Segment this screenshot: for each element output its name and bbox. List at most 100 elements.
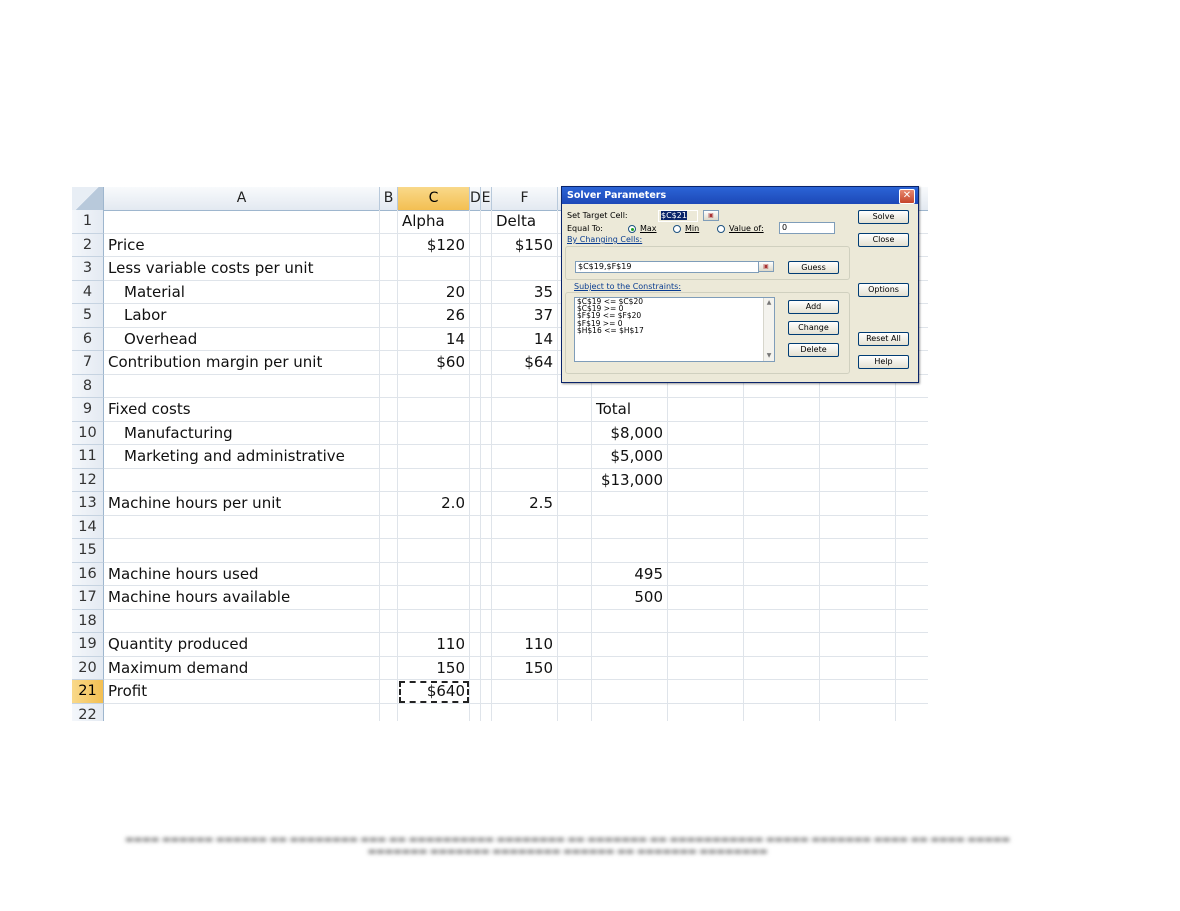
cell-b1[interactable] (380, 210, 398, 234)
min-radio[interactable] (673, 225, 681, 233)
cell-e20[interactable] (481, 656, 492, 680)
cell-b10[interactable] (380, 421, 398, 445)
cell-g17[interactable]: 500 (592, 586, 668, 610)
cell-e21[interactable] (481, 680, 492, 704)
empty-cell[interactable] (668, 562, 744, 586)
empty-cell[interactable] (896, 586, 928, 610)
cell-b4[interactable] (380, 280, 398, 304)
empty-cell[interactable] (820, 703, 896, 721)
cell-a9[interactable]: Fixed costs (104, 398, 380, 422)
row-header[interactable]: 4 (72, 280, 104, 304)
cell-a13[interactable]: Machine hours per unit (104, 492, 380, 516)
empty-cell[interactable] (558, 609, 592, 633)
row-header[interactable]: 6 (72, 327, 104, 351)
empty-cell[interactable] (668, 539, 744, 563)
empty-cell[interactable] (744, 703, 820, 721)
cell-g10[interactable]: $8,000 (592, 421, 668, 445)
empty-cell[interactable] (744, 539, 820, 563)
cell-c22[interactable] (398, 703, 470, 721)
cell-a22[interactable] (104, 703, 380, 721)
column-header-d[interactable]: D (470, 187, 481, 210)
row-header[interactable]: 15 (72, 539, 104, 563)
close-button[interactable]: Close (858, 233, 909, 247)
cell-g9[interactable]: Total (592, 398, 668, 422)
cell-f18[interactable] (492, 609, 558, 633)
empty-cell[interactable] (744, 515, 820, 539)
cell-c13[interactable]: 2.0 (398, 492, 470, 516)
cell-g22[interactable] (592, 703, 668, 721)
cell-e8[interactable] (481, 374, 492, 398)
empty-cell[interactable] (744, 562, 820, 586)
empty-cell[interactable] (558, 539, 592, 563)
empty-cell[interactable] (896, 445, 928, 469)
cell-g18[interactable] (592, 609, 668, 633)
cell-a6[interactable]: Overhead (104, 327, 380, 351)
cell-a12[interactable] (104, 468, 380, 492)
cell-d9[interactable] (470, 398, 481, 422)
empty-cell[interactable] (744, 468, 820, 492)
delete-button[interactable]: Delete (788, 343, 839, 357)
cell-e6[interactable] (481, 327, 492, 351)
cell-c16[interactable] (398, 562, 470, 586)
cell-e13[interactable] (481, 492, 492, 516)
empty-cell[interactable] (558, 398, 592, 422)
cell-f13[interactable]: 2.5 (492, 492, 558, 516)
cell-a19[interactable]: Quantity produced (104, 633, 380, 657)
row-header[interactable]: 14 (72, 515, 104, 539)
empty-cell[interactable] (668, 656, 744, 680)
row-header[interactable]: 12 (72, 468, 104, 492)
cell-g16[interactable]: 495 (592, 562, 668, 586)
cell-b14[interactable] (380, 515, 398, 539)
cell-d3[interactable] (470, 257, 481, 281)
cell-f11[interactable] (492, 445, 558, 469)
empty-cell[interactable] (558, 468, 592, 492)
row-header[interactable]: 22 (72, 703, 104, 721)
empty-cell[interactable] (558, 586, 592, 610)
cell-a20[interactable]: Maximum demand (104, 656, 380, 680)
cell-d21[interactable] (470, 680, 481, 704)
cell-b8[interactable] (380, 374, 398, 398)
cell-d6[interactable] (470, 327, 481, 351)
empty-cell[interactable] (668, 421, 744, 445)
empty-cell[interactable] (896, 422, 928, 445)
add-button[interactable]: Add (788, 300, 839, 314)
cell-c12[interactable] (398, 468, 470, 492)
cell-e7[interactable] (481, 351, 492, 375)
cell-a8[interactable] (104, 374, 380, 398)
reset-all-button[interactable]: Reset All (858, 332, 909, 346)
cell-b18[interactable] (380, 609, 398, 633)
collapse-changing-icon[interactable]: ▣ (758, 261, 774, 272)
options-button[interactable]: Options (858, 283, 909, 297)
cell-c2[interactable]: $120 (398, 233, 470, 257)
cell-d7[interactable] (470, 351, 481, 375)
row-header[interactable]: 7 (72, 351, 104, 375)
row-header[interactable]: 9 (72, 398, 104, 422)
empty-cell[interactable] (668, 703, 744, 721)
scroll-up-icon[interactable]: ▲ (764, 298, 774, 308)
row-header[interactable]: 1 (72, 210, 104, 234)
row-header[interactable]: 16 (72, 562, 104, 586)
empty-cell[interactable] (668, 492, 744, 516)
cell-f16[interactable] (492, 562, 558, 586)
cell-b13[interactable] (380, 492, 398, 516)
row-header[interactable]: 11 (72, 445, 104, 469)
cell-b16[interactable] (380, 562, 398, 586)
column-header-b[interactable]: B (380, 187, 398, 210)
empty-cell[interactable] (820, 515, 896, 539)
cell-f6[interactable]: 14 (492, 327, 558, 351)
cell-c7[interactable]: $60 (398, 351, 470, 375)
empty-cell[interactable] (896, 398, 928, 422)
column-header-a[interactable]: A (104, 187, 380, 210)
row-header[interactable]: 2 (72, 233, 104, 257)
empty-cell[interactable] (820, 445, 896, 469)
empty-cell[interactable] (820, 421, 896, 445)
cell-f5[interactable]: 37 (492, 304, 558, 328)
cell-b15[interactable] (380, 539, 398, 563)
cell-f7[interactable]: $64 (492, 351, 558, 375)
cell-b19[interactable] (380, 633, 398, 657)
cell-f4[interactable]: 35 (492, 280, 558, 304)
cell-d2[interactable] (470, 233, 481, 257)
cell-b11[interactable] (380, 445, 398, 469)
empty-cell[interactable] (558, 680, 592, 704)
empty-cell[interactable] (744, 398, 820, 422)
